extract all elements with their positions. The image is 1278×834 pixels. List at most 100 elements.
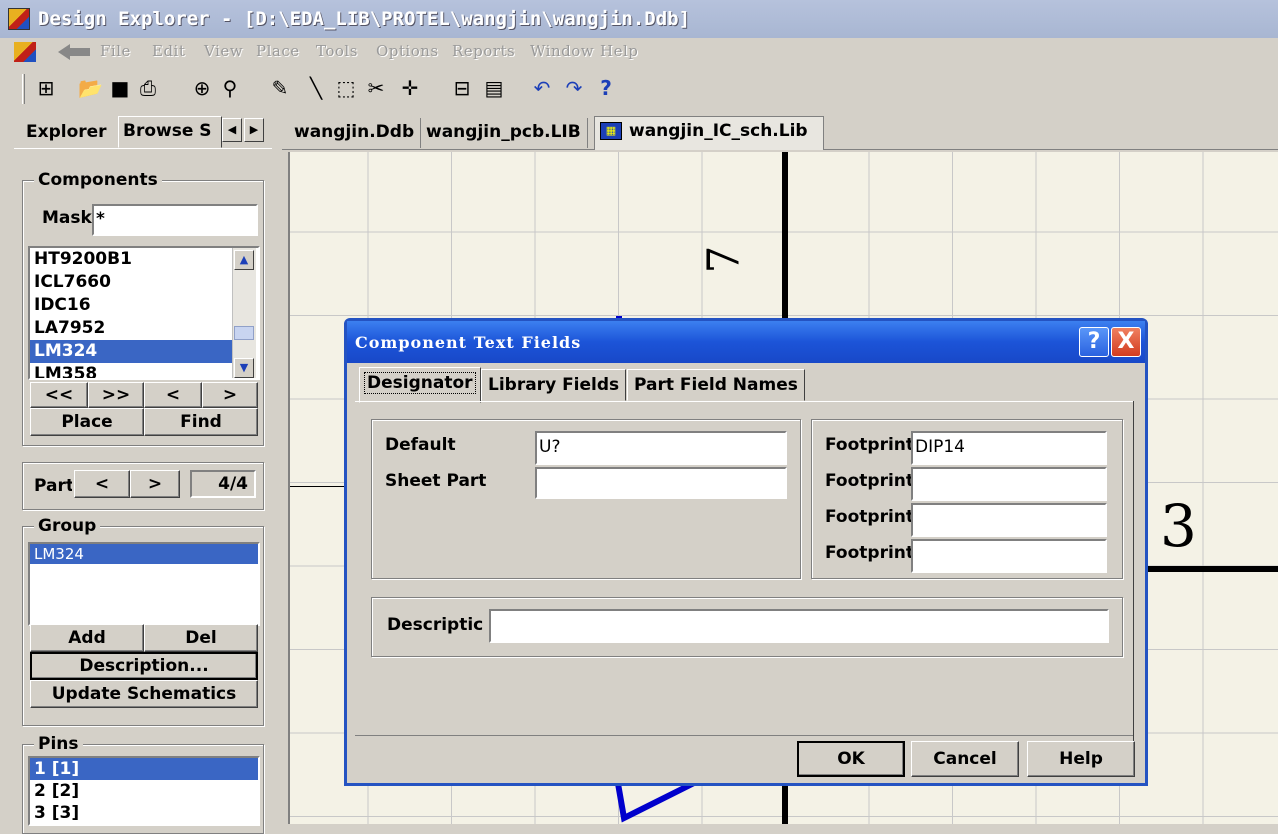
menu-help[interactable]: Help — [600, 42, 638, 60]
first-component-button[interactable]: << — [30, 382, 88, 408]
open-icon[interactable]: 📂 — [78, 76, 103, 100]
tab-panel-border-right — [1133, 401, 1134, 741]
menu-window[interactable]: Window — [530, 42, 594, 60]
scroll-thumb[interactable] — [234, 326, 254, 340]
menu-bar — [0, 38, 1278, 68]
description-button[interactable]: Description... — [30, 652, 258, 680]
next-part-button[interactable]: > — [130, 470, 180, 498]
tab-scroll-right-icon[interactable]: ▶ — [244, 118, 264, 142]
list-item[interactable]: 3 [3] — [30, 802, 258, 824]
tab-wangjin-ic-sch-lib[interactable]: wangjin_IC_sch.Lib — [594, 116, 824, 150]
default-label: Default — [385, 435, 456, 455]
footprint-label-1: Footprint — [825, 435, 911, 455]
tab-library-fields[interactable]: Library Fields — [481, 369, 627, 401]
footprint-input-3[interactable] — [911, 503, 1107, 537]
zoom-in-icon[interactable]: ⊕ — [190, 76, 214, 100]
close-button[interactable]: X — [1111, 327, 1141, 357]
last-component-button[interactable]: >> — [88, 382, 144, 408]
menu-options[interactable]: Options — [376, 42, 439, 60]
components-list[interactable]: HT9200B1 ICL7660 IDC16 LA7952 LM324 LM35… — [28, 246, 260, 380]
components-title: Components — [34, 170, 162, 190]
footprint-input-2[interactable] — [911, 467, 1107, 501]
help-button[interactable]: Help — [1027, 741, 1135, 777]
zoom-out-icon[interactable]: ⚲ — [218, 76, 242, 100]
group-title: Group — [34, 516, 101, 536]
tab-part-field-names[interactable]: Part Field Names — [627, 369, 805, 401]
prev-component-button[interactable]: < — [144, 382, 202, 408]
ok-button[interactable]: OK — [797, 741, 905, 777]
menu-reports[interactable]: Reports — [452, 42, 515, 60]
pin-number-3: 3 — [1160, 492, 1197, 560]
prev-part-button[interactable]: < — [74, 470, 130, 498]
app-icon[interactable] — [8, 8, 30, 30]
description-label: Descriptic — [387, 615, 484, 635]
place-button[interactable]: Place — [30, 408, 144, 436]
menu-edit[interactable]: Edit — [152, 42, 185, 60]
footprint-label-2: Footprint — [825, 471, 911, 491]
wire-icon[interactable]: ✎ — [268, 76, 292, 100]
schlib-doc-icon: ▦ — [600, 122, 622, 140]
scroll-down-icon[interactable]: ▼ — [234, 358, 254, 378]
next-component-button[interactable]: > — [202, 382, 258, 408]
list-item-selected[interactable]: 1 [1] — [30, 758, 258, 780]
tab-panel-border — [355, 401, 1133, 402]
help-title-button[interactable]: ? — [1079, 327, 1109, 357]
list-item[interactable]: IDC16 — [30, 294, 258, 317]
pins-list[interactable]: 1 [1] 2 [2] 3 [3] — [28, 756, 260, 826]
footprint-input-1[interactable]: DIP14 — [911, 431, 1107, 465]
list-item[interactable]: HT9200B1 — [30, 248, 258, 271]
tab-wangjin-pcb-lib[interactable]: wangjin_pcb.LIB — [420, 118, 588, 148]
tab-designator[interactable]: Designator — [359, 367, 481, 403]
description-input[interactable] — [489, 609, 1109, 643]
tab-browse-sch[interactable]: Browse S — [118, 116, 222, 148]
component-icon[interactable]: ⊟ — [450, 76, 474, 100]
footprint-label-3: Footprint — [825, 507, 911, 527]
redo-icon[interactable]: ↷ — [562, 76, 586, 100]
update-schematics-button[interactable]: Update Schematics — [30, 680, 258, 708]
toolbar-grip[interactable] — [22, 74, 25, 104]
default-input[interactable]: U? — [535, 431, 787, 465]
list-item[interactable]: LA7952 — [30, 317, 258, 340]
list-item[interactable]: LM358 — [30, 363, 258, 378]
window-title-bar[interactable]: Design Explorer - [D:\EDA_LIB\PROTEL\wan… — [0, 0, 1278, 38]
add-button[interactable]: Add — [30, 624, 144, 652]
dialog-title-bar[interactable]: Component Text Fields — [347, 321, 1145, 363]
line-icon[interactable]: ╲ — [304, 76, 328, 100]
move-icon[interactable]: ✛ — [398, 76, 422, 100]
chip-icon[interactable]: ▤ — [482, 76, 506, 100]
mask-input[interactable]: * — [92, 204, 258, 236]
part-counter: 4/4 — [190, 470, 256, 498]
component-text-fields-dialog: Component Text Fields ? X Designator Lib… — [344, 318, 1148, 786]
group-list[interactable]: LM324 — [28, 542, 260, 626]
back-arrow-icon[interactable] — [58, 44, 70, 60]
menu-view[interactable]: View — [204, 42, 243, 60]
scroll-up-icon[interactable]: ▲ — [234, 250, 254, 270]
tab-wangjin-ddb[interactable]: wangjin.Ddb — [288, 118, 422, 148]
part-label: Part — [34, 476, 72, 496]
del-button[interactable]: Del — [144, 624, 258, 652]
sheet-part-input[interactable] — [535, 467, 787, 499]
menu-file[interactable]: File — [100, 42, 131, 60]
cut-icon[interactable]: ✂ — [364, 76, 388, 100]
select-icon[interactable]: ⬚ — [334, 76, 358, 100]
print-icon[interactable]: ⎙ — [136, 76, 160, 100]
list-item[interactable]: 2 [2] — [30, 780, 258, 802]
list-item-selected[interactable]: LM324 — [30, 340, 232, 363]
list-item[interactable]: ICL7660 — [30, 271, 258, 294]
help-icon[interactable]: ? — [594, 76, 618, 100]
menu-tools[interactable]: Tools — [316, 42, 358, 60]
cancel-button[interactable]: Cancel — [911, 741, 1019, 777]
list-item-selected[interactable]: LM324 — [30, 544, 258, 564]
footprint-input-4[interactable] — [911, 539, 1107, 573]
mask-label: Mask — [42, 208, 92, 228]
tab-explorer[interactable]: Explorer — [26, 118, 107, 148]
document-menu-icon[interactable] — [14, 42, 36, 62]
tab-label: Designator — [364, 372, 476, 394]
menu-place[interactable]: Place — [256, 42, 300, 60]
undo-icon[interactable]: ↶ — [530, 76, 554, 100]
find-button[interactable]: Find — [144, 408, 258, 436]
explorer-toggle-icon[interactable]: ⊞ — [34, 76, 58, 100]
save-icon[interactable]: ■ — [108, 76, 132, 100]
tab-scroll-left-icon[interactable]: ◀ — [222, 118, 242, 142]
button-separator — [355, 735, 1133, 736]
